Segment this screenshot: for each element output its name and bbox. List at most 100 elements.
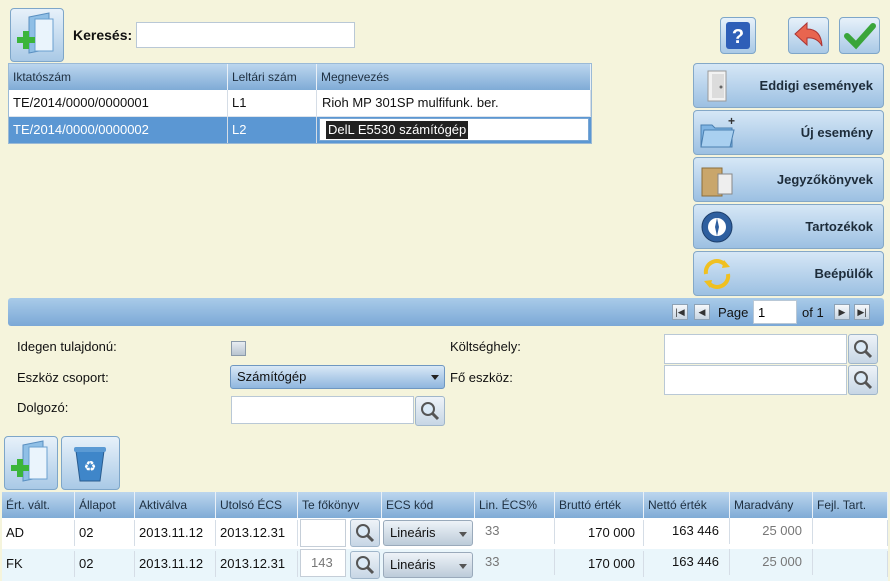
- delete-valuation-button[interactable]: ♻: [61, 436, 120, 490]
- page-count-label: of 1: [802, 305, 824, 320]
- check-icon: [844, 23, 876, 50]
- col-header-ert-valt[interactable]: Ért. vált.: [2, 492, 75, 518]
- installed-label: Beépülők: [814, 266, 873, 281]
- asset-group-value: Számítógép: [237, 369, 307, 384]
- pager: |◀ ◀ Page of 1 ▶ ▶|: [8, 298, 884, 326]
- new-event-button[interactable]: + Új esemény: [693, 110, 884, 155]
- col-header-aktivalva[interactable]: Aktiválva: [135, 492, 216, 518]
- undo-icon: [794, 21, 823, 47]
- cell-maradvany: 25 000: [730, 549, 813, 575]
- col-header-utolso-ecs[interactable]: Utolsó ÉCS: [216, 492, 298, 518]
- col-header-te-fokonyv[interactable]: Te főkönyv: [298, 492, 382, 518]
- reports-button[interactable]: Jegyzőkönyvek: [693, 157, 884, 202]
- cell-te-fokonyv-input[interactable]: 143: [300, 549, 346, 577]
- cell-fejl-tart: [813, 520, 888, 546]
- fokonyv-search-button[interactable]: [350, 551, 380, 579]
- help-icon: ?: [726, 22, 750, 49]
- cell-aktivalva: 2013.11.12: [135, 551, 216, 577]
- undo-button[interactable]: [788, 17, 829, 54]
- ecs-code-value: Lineáris: [390, 557, 436, 572]
- cell-aktivalva: 2013.11.12: [135, 520, 216, 546]
- accessories-button[interactable]: Tartozékok: [693, 204, 884, 249]
- search-label: Keresés:: [73, 27, 133, 43]
- ecs-code-value: Lineáris: [390, 525, 436, 540]
- refresh-icon: [703, 259, 731, 289]
- cell-allapot: 02: [75, 551, 135, 577]
- add-valuation-button[interactable]: [4, 436, 58, 490]
- col-header-netto[interactable]: Nettó érték: [644, 492, 730, 518]
- col-header-brutto[interactable]: Bruttó érték: [555, 492, 644, 518]
- confirm-button[interactable]: [839, 17, 880, 54]
- main-asset-search-button[interactable]: [848, 365, 878, 395]
- col-header-leltari-szam[interactable]: Leltári szám: [228, 64, 317, 90]
- assets-grid: Iktatószám Leltári szám Megnevezés TE/20…: [8, 63, 592, 144]
- fokonyv-search-button[interactable]: [350, 519, 380, 547]
- first-page-button[interactable]: |◀: [672, 304, 688, 320]
- foreign-owned-checkbox[interactable]: [231, 341, 246, 356]
- events-button[interactable]: Eddigi események: [693, 63, 884, 108]
- cell-utolso-ecs: 2013.12.31: [216, 551, 298, 577]
- table-row[interactable]: FK 02 2013.11.12 2013.12.31 143 Lineáris…: [2, 549, 888, 581]
- search-icon: [854, 371, 873, 390]
- employee-label: Dolgozó:: [17, 400, 69, 415]
- search-icon: [421, 402, 440, 421]
- col-header-allapot[interactable]: Állapot: [75, 492, 135, 518]
- main-asset-label: Fő eszköz:: [450, 370, 513, 385]
- col-header-lin-ecs[interactable]: Lin. ÉCS%: [475, 492, 555, 518]
- cost-center-input[interactable]: [664, 334, 847, 364]
- cell-te-fokonyv: 143: [311, 555, 333, 570]
- col-header-ecs-kod[interactable]: ECS kód: [382, 492, 475, 518]
- cost-center-label: Költséghely:: [450, 339, 521, 354]
- reports-label: Jegyzőkönyvek: [776, 172, 873, 187]
- recycle-bin-icon: ♻: [74, 447, 106, 482]
- cell-maradvany: 25 000: [730, 518, 813, 544]
- employee-search-button[interactable]: [415, 396, 445, 426]
- cell-leltari-szam: L1: [228, 90, 317, 116]
- main-asset-input[interactable]: [664, 365, 847, 395]
- cell-megnevezes: Rioh MP 301SP mulfifunk. ber.: [317, 90, 591, 116]
- table-row[interactable]: AD 02 2013.11.12 2013.12.31 Lineáris 33 …: [2, 518, 888, 550]
- cell-leltari-szam: L2: [228, 117, 317, 143]
- ecs-code-select[interactable]: Lineáris: [383, 552, 473, 578]
- cell-megnevezes-editor[interactable]: DelL E5530 számítógép: [319, 118, 589, 141]
- gear-wheel-icon: [701, 211, 733, 243]
- asset-group-label: Eszköz csoport:: [17, 370, 109, 385]
- cell-brutto: 170 000: [555, 551, 644, 577]
- cell-netto: 163 446: [644, 549, 730, 575]
- cell-brutto: 170 000: [555, 520, 644, 546]
- employee-input[interactable]: [231, 396, 414, 424]
- help-button[interactable]: ?: [720, 17, 756, 54]
- svg-text:♻: ♻: [84, 458, 97, 474]
- next-page-button[interactable]: ▶: [834, 304, 850, 320]
- cell-megnevezes-text: DelL E5530 számítógép: [326, 121, 469, 139]
- page-number-input[interactable]: [753, 300, 797, 324]
- table-row-selected[interactable]: TE/2014/0000/0000002 L2 DelL E5530 számí…: [9, 117, 591, 143]
- cost-center-search-button[interactable]: [848, 334, 878, 364]
- search-icon: [356, 524, 375, 543]
- cell-te-fokonyv-input[interactable]: [300, 519, 346, 547]
- col-header-megnevezes[interactable]: Megnevezés: [317, 64, 591, 90]
- cell-utolso-ecs: 2013.12.31: [216, 520, 298, 546]
- col-header-maradvany[interactable]: Maradvány: [730, 492, 813, 518]
- add-document-icon: [17, 12, 54, 54]
- cell-iktatoszam: TE/2014/0000/0000001: [9, 90, 228, 116]
- search-input[interactable]: [136, 22, 355, 48]
- add-document-icon: [11, 440, 48, 482]
- new-event-label: Új esemény: [800, 125, 873, 140]
- new-folder-icon: +: [700, 115, 735, 148]
- asset-group-select[interactable]: Számítógép: [230, 365, 445, 389]
- add-asset-button[interactable]: [10, 8, 64, 62]
- table-row[interactable]: TE/2014/0000/0000001 L1 Rioh MP 301SP mu…: [9, 90, 591, 117]
- col-header-iktatoszam[interactable]: Iktatószám: [9, 64, 228, 90]
- ecs-code-select[interactable]: Lineáris: [383, 520, 473, 546]
- last-page-button[interactable]: ▶|: [854, 304, 870, 320]
- accessories-label: Tartozékok: [805, 219, 873, 234]
- prev-page-button[interactable]: ◀: [694, 304, 710, 320]
- foreign-owned-label: Idegen tulajdonú:: [17, 339, 117, 354]
- cell-lin-ecs: 33: [475, 518, 555, 544]
- cell-ert-valt: AD: [2, 520, 75, 546]
- cell-allapot: 02: [75, 520, 135, 546]
- col-header-fejl-tart[interactable]: Fejl. Tart.: [813, 492, 888, 518]
- cell-ert-valt: FK: [2, 551, 75, 577]
- installed-button[interactable]: Beépülők: [693, 251, 884, 296]
